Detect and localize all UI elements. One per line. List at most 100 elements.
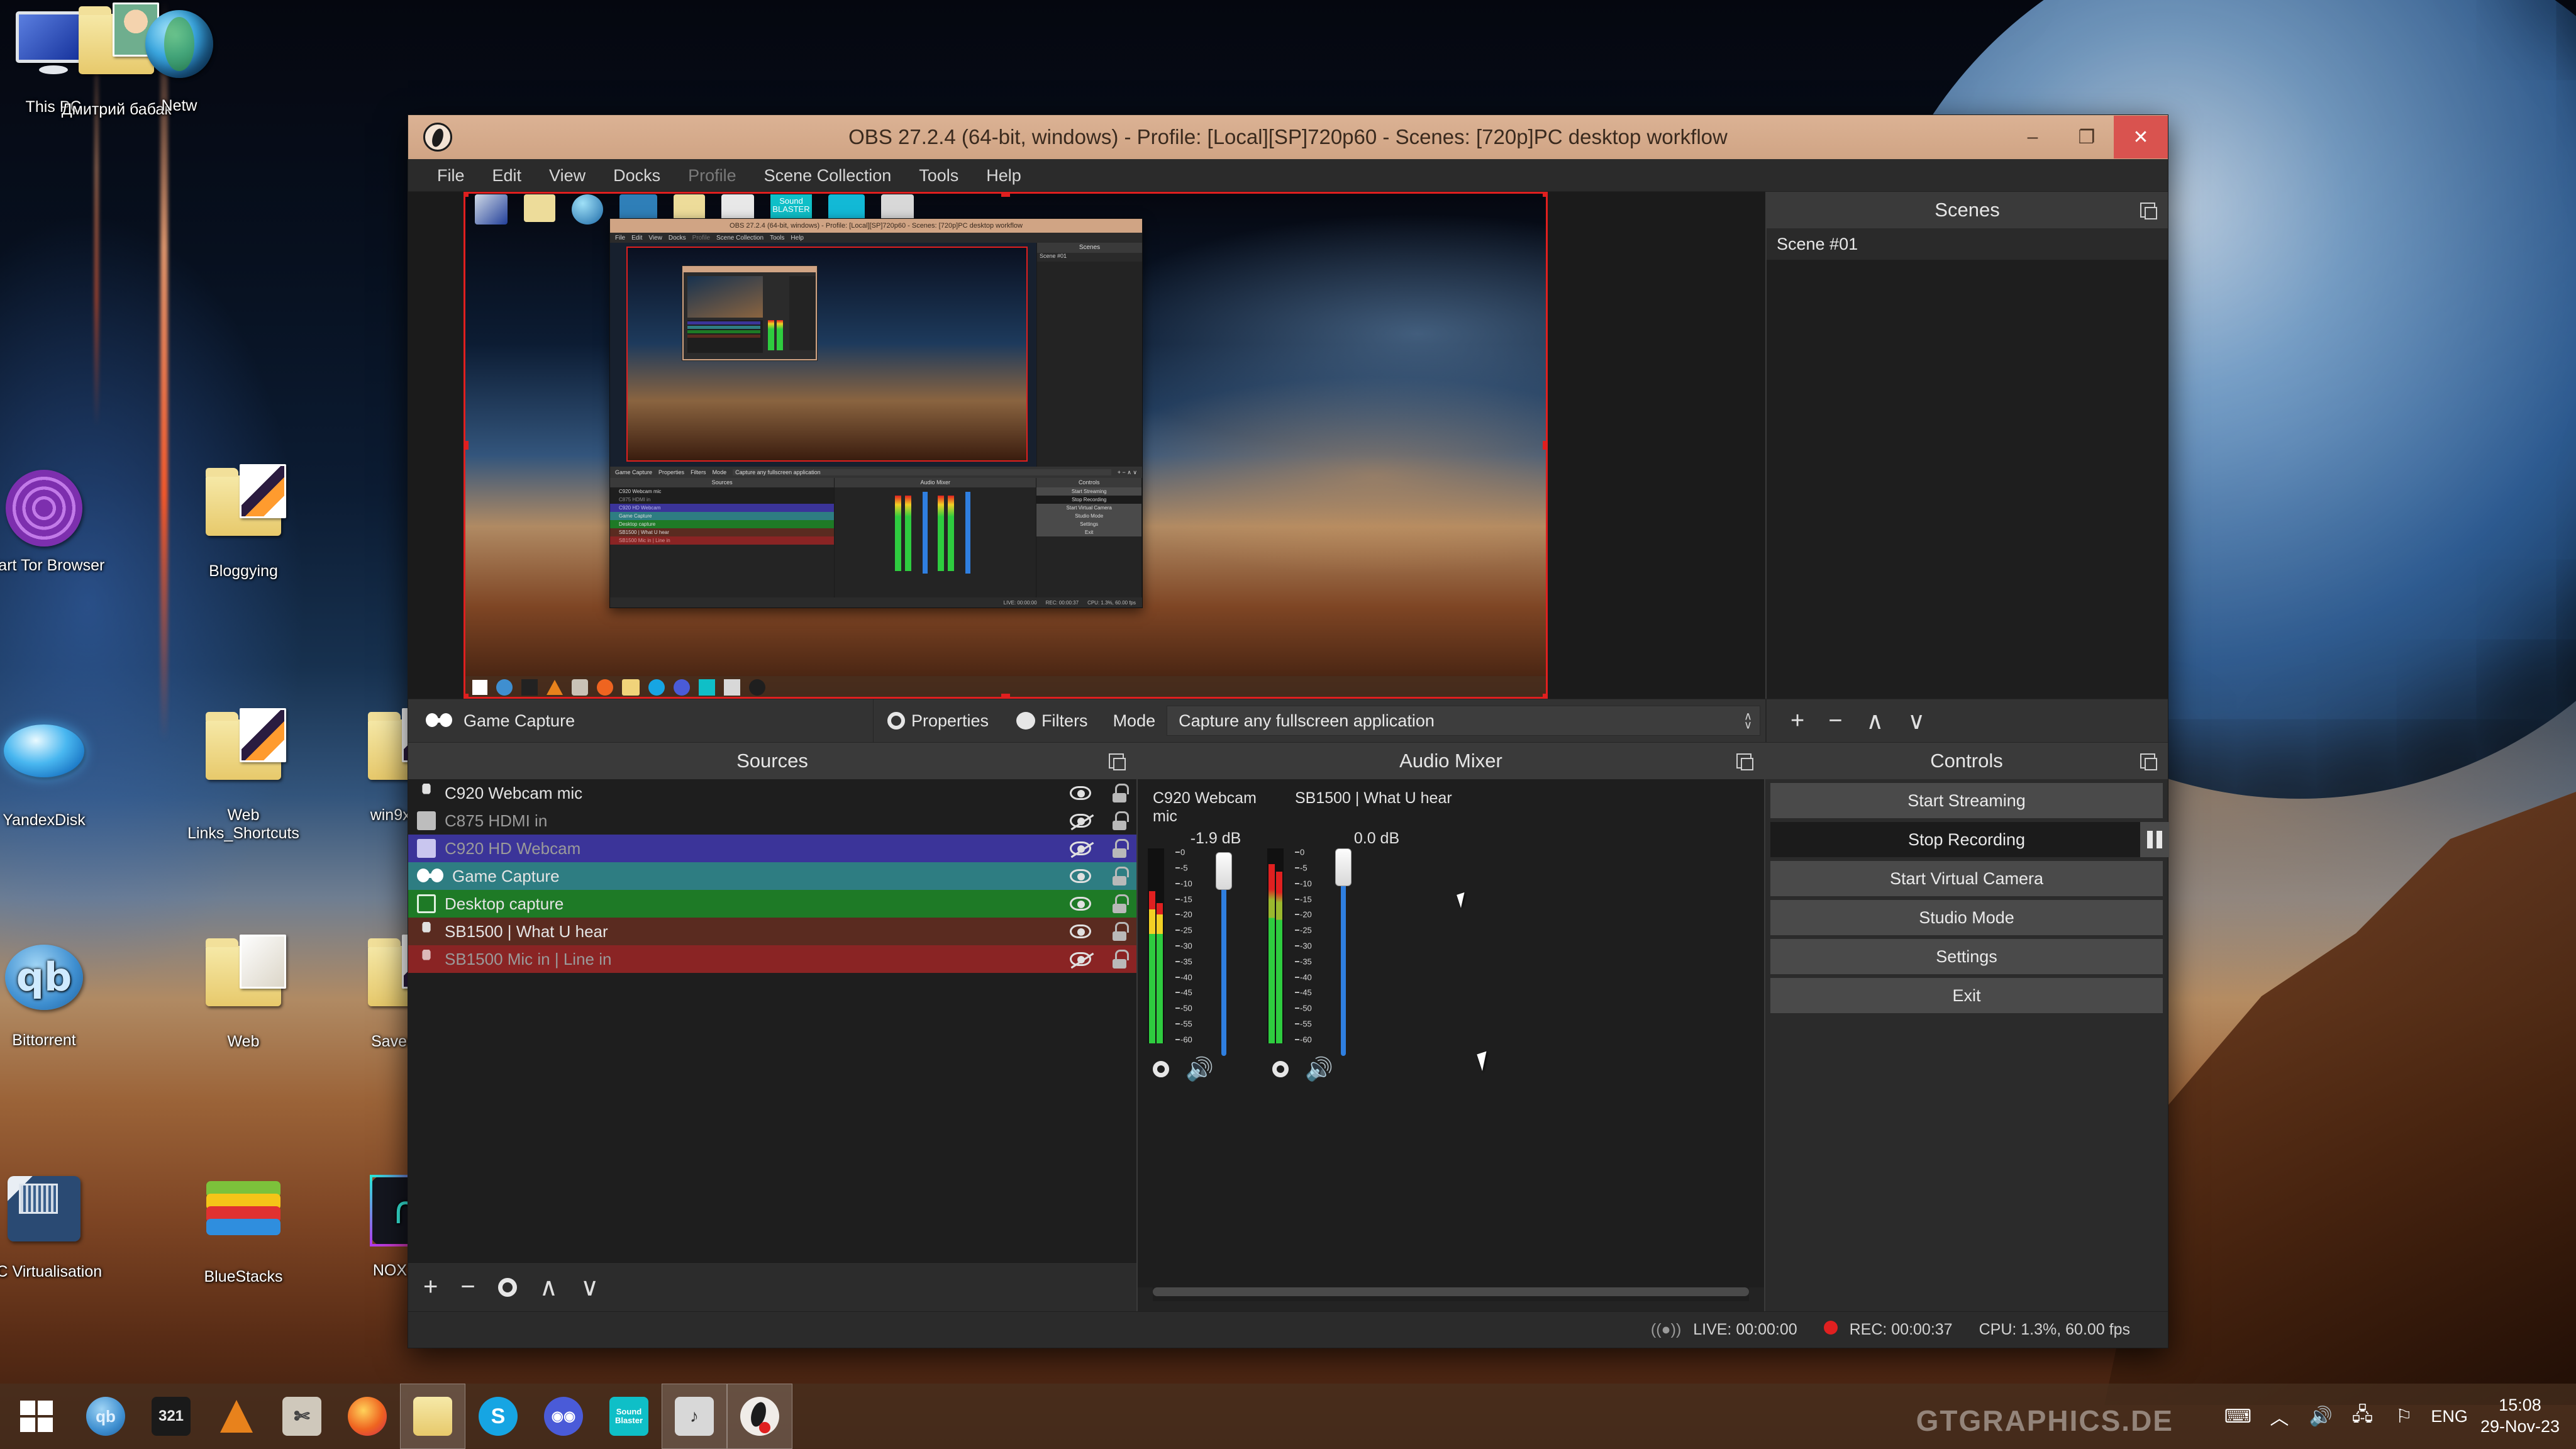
start-button[interactable]: [0, 1384, 73, 1449]
speaker-icon[interactable]: 🔊: [2306, 1402, 2335, 1431]
taskbar-item-firefox[interactable]: [335, 1384, 400, 1449]
volume-fader[interactable]: [1335, 848, 1352, 1056]
clock[interactable]: 15:08 29-Nov-23: [2480, 1395, 2560, 1438]
resize-handle-tl[interactable]: [464, 192, 469, 197]
float-dock-icon[interactable]: [1109, 753, 1126, 770]
network-icon[interactable]: 🖧: [2348, 1402, 2377, 1431]
table-row[interactable]: Desktop capture: [408, 890, 1136, 918]
resize-handle-br[interactable]: [1543, 694, 1548, 699]
flag-icon[interactable]: ⚐: [2389, 1402, 2418, 1431]
mixer-body[interactable]: C920 Webcam mic SB1500 | What U hear -1.…: [1138, 779, 1764, 1287]
resize-handle-mr[interactable]: [1543, 441, 1548, 450]
move-source-up-button[interactable]: ∧: [540, 1273, 558, 1302]
fader-knob[interactable]: [1335, 848, 1352, 886]
desktop-icon-yandexdisk[interactable]: YandexDisk: [0, 711, 123, 830]
menu-profile[interactable]: Profile: [674, 159, 750, 192]
taskbar-item-obs[interactable]: [727, 1384, 792, 1449]
visibility-icon[interactable]: [1070, 952, 1091, 966]
taskbar-item-qbittorrent[interactable]: qb: [73, 1384, 138, 1449]
desktop-icon-web[interactable]: Web: [165, 935, 322, 1051]
volume-fader[interactable]: [1216, 848, 1232, 1056]
lock-icon[interactable]: [1111, 950, 1129, 969]
mixer-channel-strip[interactable]: 0 -5 -10 -15 -20 -25 -30 -35 -40 -45 -50…: [1148, 848, 1232, 1056]
lock-icon[interactable]: [1111, 867, 1129, 886]
lock-icon[interactable]: [1111, 839, 1129, 858]
taskbar[interactable]: qb 321 ✄ S ◉◉ Sound Blaster ♪ ⌨ ︿ 🔊 🖧 ⚐ E…: [0, 1384, 2576, 1449]
start-streaming-button[interactable]: Start Streaming: [1770, 783, 2163, 818]
pause-recording-button[interactable]: [2140, 822, 2169, 857]
language-indicator[interactable]: ENG: [2431, 1407, 2468, 1426]
lock-icon[interactable]: [1111, 894, 1129, 913]
scene-list-item[interactable]: Scene #01: [1767, 228, 2168, 260]
close-button[interactable]: ✕: [2114, 116, 2168, 158]
desktop-icon-bloggying[interactable]: Bloggying: [165, 464, 322, 580]
float-dock-icon[interactable]: [2140, 753, 2157, 770]
taskbar-item-snipping-tool[interactable]: ✄: [269, 1384, 335, 1449]
scene-list[interactable]: Scene #01: [1767, 228, 2168, 699]
mixer-channel-strip[interactable]: 0 -5 -10 -15 -20 -25 -30 -35 -40 -45 -50…: [1267, 848, 1352, 1056]
taskbar-item-discord[interactable]: ◉◉: [531, 1384, 596, 1449]
float-dock-icon[interactable]: [2140, 203, 2157, 219]
keyboard-icon[interactable]: ⌨: [2223, 1402, 2252, 1431]
visibility-icon[interactable]: [1070, 924, 1091, 938]
move-scene-up-button[interactable]: ∧: [1866, 707, 1884, 735]
desktop-icon-bittorrent[interactable]: qb Bittorrent: [0, 937, 123, 1050]
resize-handle-bl[interactable]: [464, 694, 469, 699]
speaker-icon[interactable]: 🔊: [1305, 1056, 1333, 1082]
visibility-icon[interactable]: [1070, 841, 1091, 855]
maximize-button[interactable]: ❐: [2060, 116, 2114, 158]
table-row[interactable]: SB1500 Mic in | Line in: [408, 945, 1136, 973]
obs-window[interactable]: OBS 27.2.4 (64-bit, windows) - Profile: …: [408, 114, 2169, 1348]
lock-icon[interactable]: [1111, 811, 1129, 830]
table-row[interactable]: C920 HD Webcam: [408, 835, 1136, 862]
visibility-icon[interactable]: [1070, 897, 1091, 911]
properties-button[interactable]: Properties: [874, 699, 1002, 743]
desktop-icon-web-links-shortcuts[interactable]: Web Links_Shortcuts: [165, 708, 322, 843]
gear-icon[interactable]: [1153, 1061, 1169, 1077]
mode-combobox[interactable]: Capture any fullscreen application ∧ ∨: [1167, 706, 1760, 736]
taskbar-item-vlc[interactable]: [204, 1384, 269, 1449]
desktop-icon-bluestacks[interactable]: BlueStacks: [165, 1169, 322, 1286]
add-scene-button[interactable]: +: [1790, 708, 1804, 735]
resize-handle-tc[interactable]: [1001, 192, 1010, 197]
remove-source-button[interactable]: −: [460, 1273, 475, 1301]
table-row[interactable]: C875 HDMI in: [408, 807, 1136, 835]
chevron-up-icon[interactable]: ︿: [2265, 1402, 2294, 1431]
menu-scene-collection[interactable]: Scene Collection: [750, 159, 906, 192]
taskbar-item-skype[interactable]: S: [465, 1384, 531, 1449]
menu-file[interactable]: File: [423, 159, 479, 192]
gear-icon[interactable]: [1272, 1061, 1289, 1077]
filters-button[interactable]: Filters: [1002, 699, 1102, 743]
desktop-icon-network[interactable]: Netw: [101, 5, 258, 115]
table-row[interactable]: SB1500 | What U hear: [408, 918, 1136, 945]
desktop-icon-pc-virtualisation[interactable]: PC Virtualisation: [0, 1169, 123, 1281]
table-row[interactable]: C920 Webcam mic: [408, 779, 1136, 807]
settings-button[interactable]: Settings: [1770, 939, 2163, 974]
minimize-button[interactable]: –: [2006, 116, 2060, 158]
visibility-icon[interactable]: [1070, 869, 1091, 883]
menu-view[interactable]: View: [535, 159, 599, 192]
float-dock-icon[interactable]: [1736, 753, 1753, 770]
menu-tools[interactable]: Tools: [905, 159, 972, 192]
menu-help[interactable]: Help: [972, 159, 1035, 192]
taskbar-item-mpc[interactable]: 321: [138, 1384, 204, 1449]
taskbar-item-sound-blaster[interactable]: Sound Blaster: [596, 1384, 662, 1449]
gear-icon[interactable]: [497, 1277, 517, 1297]
preview-area[interactable]: Sound BLASTER OBS 27.2.4 (64-bit, windows…: [408, 192, 1765, 699]
move-scene-down-button[interactable]: ∨: [1907, 707, 1925, 735]
visibility-icon[interactable]: [1070, 786, 1091, 800]
resize-handle-tr[interactable]: [1543, 192, 1548, 197]
spinner-icon[interactable]: ∧ ∨: [1744, 711, 1752, 731]
add-source-button[interactable]: +: [423, 1273, 438, 1301]
visibility-icon[interactable]: [1070, 814, 1091, 828]
start-virtual-camera-button[interactable]: Start Virtual Camera: [1770, 861, 2163, 896]
preview-canvas[interactable]: Sound BLASTER OBS 27.2.4 (64-bit, windows…: [464, 192, 1548, 699]
exit-button[interactable]: Exit: [1770, 978, 2163, 1013]
obs-titlebar[interactable]: OBS 27.2.4 (64-bit, windows) - Profile: …: [408, 115, 2168, 159]
menu-docks[interactable]: Docks: [599, 159, 674, 192]
lock-icon[interactable]: [1111, 922, 1129, 941]
taskbar-item-media-player[interactable]: ♪: [662, 1384, 727, 1449]
stop-recording-button[interactable]: Stop Recording: [1770, 822, 2169, 857]
desktop-icon-start-tor-browser[interactable]: Start Tor Browser: [0, 467, 123, 575]
resize-handle-bc[interactable]: [1001, 694, 1010, 699]
